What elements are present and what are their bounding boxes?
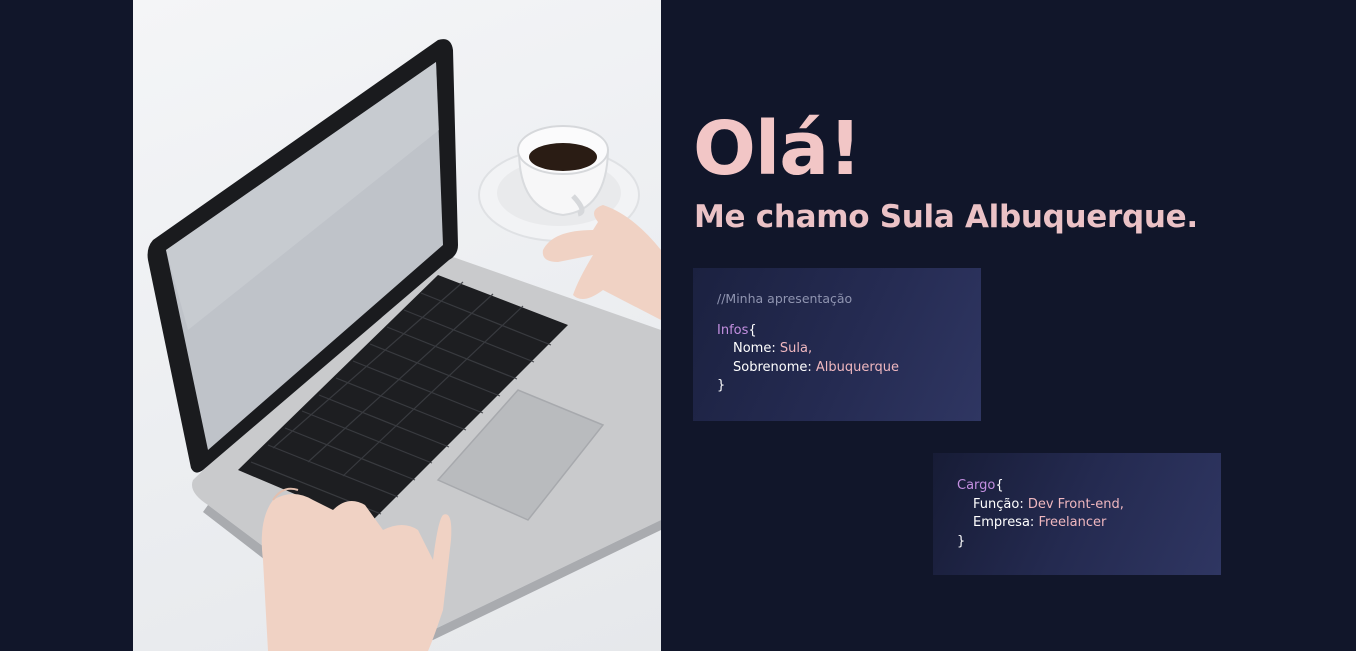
object-close-line: }	[717, 377, 957, 396]
coffee-shape	[529, 143, 597, 171]
field-line-nome: Nome: Sula,	[717, 340, 957, 359]
object-open-line: Cargo{	[957, 477, 1197, 496]
field-key: Função:	[973, 496, 1024, 512]
hero-photo	[133, 0, 661, 651]
object-name: Infos	[717, 322, 749, 338]
field-value: Albuquerque	[815, 359, 899, 375]
intro-subtitle: Me chamo Sula Albuquerque.	[694, 199, 1198, 235]
page: Olá! Me chamo Sula Albuquerque. //Minha …	[0, 0, 1356, 651]
field-line-sobrenome: Sobrenome: Albuquerque	[717, 359, 957, 378]
cargo-code-card: Cargo{ Função: Dev Front-end, Empresa: F…	[933, 453, 1221, 575]
open-brace: {	[748, 322, 757, 338]
field-key: Sobrenome:	[733, 359, 812, 375]
field-value: Sula,	[779, 341, 813, 356]
close-brace: }	[957, 533, 966, 549]
field-key: Empresa:	[973, 515, 1035, 530]
infos-code-card: //Minha apresentação Infos{ Nome: Sula, …	[693, 268, 981, 421]
object-open-line: Infos{	[717, 322, 957, 341]
code-comment: //Minha apresentação	[717, 291, 853, 306]
field-line-funcao: Função: Dev Front-end,	[957, 496, 1197, 515]
greeting-heading: Olá!	[693, 106, 862, 192]
close-brace: }	[717, 378, 726, 393]
object-name: Cargo	[957, 478, 996, 493]
field-line-empresa: Empresa: Freelancer	[957, 514, 1197, 533]
open-brace: {	[995, 478, 1004, 493]
field-value: Dev Front-end,	[1027, 496, 1124, 512]
laptop-coffee-illustration	[147, 39, 661, 651]
field-value: Freelancer	[1038, 515, 1107, 530]
object-close-line: }	[957, 533, 1197, 552]
field-key: Nome:	[733, 341, 776, 356]
